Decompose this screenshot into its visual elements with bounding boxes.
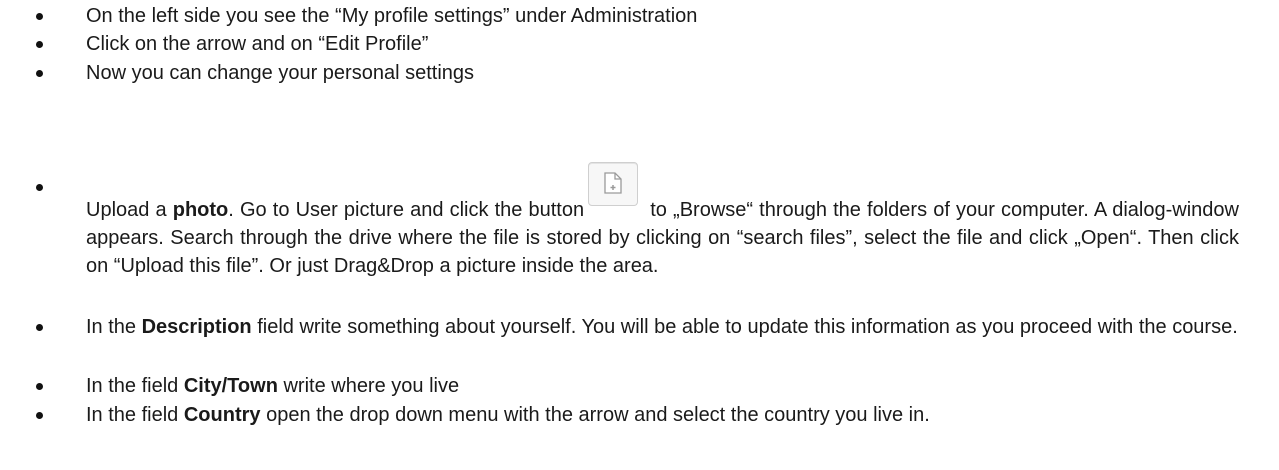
bullet-dot <box>36 383 43 390</box>
instruction-text: Click on the arrow and on “Edit Profile” <box>86 33 429 55</box>
emphasis-text: Country <box>183 404 261 426</box>
instruction-text: field write something about yourself. Yo… <box>251 316 1238 338</box>
bullet-dot <box>36 70 43 77</box>
bullet-dot <box>36 412 43 419</box>
list-item: Upload a photo. Go to User picture and c… <box>0 144 1279 280</box>
instruction-text: write where you live <box>277 375 460 397</box>
bullet-dot <box>36 324 43 331</box>
file-upload-button[interactable] <box>588 162 639 206</box>
instruction-text: On the left side you see the “My profile… <box>86 5 698 27</box>
file-add-icon <box>604 172 622 194</box>
list-item: On the left side you see the “My profile… <box>0 2 1279 30</box>
list-item: In the Description field write something… <box>0 313 1279 341</box>
list-item: Now you can change your personal setting… <box>0 59 1279 87</box>
bullet-dot <box>36 184 43 191</box>
list-item: In the field City/Town write where you l… <box>0 372 1279 400</box>
instruction-text: . Go to User picture and click the butto… <box>228 199 585 221</box>
bullet-dot <box>36 41 43 48</box>
emphasis-text: photo <box>172 199 229 221</box>
list-item: In the field Country open the drop down … <box>0 401 1279 429</box>
instruction-text: open the drop down menu with the arrow a… <box>260 404 930 426</box>
bullet-dot <box>36 13 43 20</box>
instruction-text: In the <box>86 316 142 338</box>
instruction-text: In the field <box>86 404 184 426</box>
instruction-text: Now you can change your personal setting… <box>86 62 475 84</box>
instruction-text: In the field <box>86 375 184 397</box>
instruction-text: Upload a <box>86 199 173 221</box>
list-item: Click on the arrow and on “Edit Profile” <box>0 30 1279 58</box>
emphasis-text: Description <box>141 316 252 338</box>
emphasis-text: City/Town <box>183 375 278 397</box>
